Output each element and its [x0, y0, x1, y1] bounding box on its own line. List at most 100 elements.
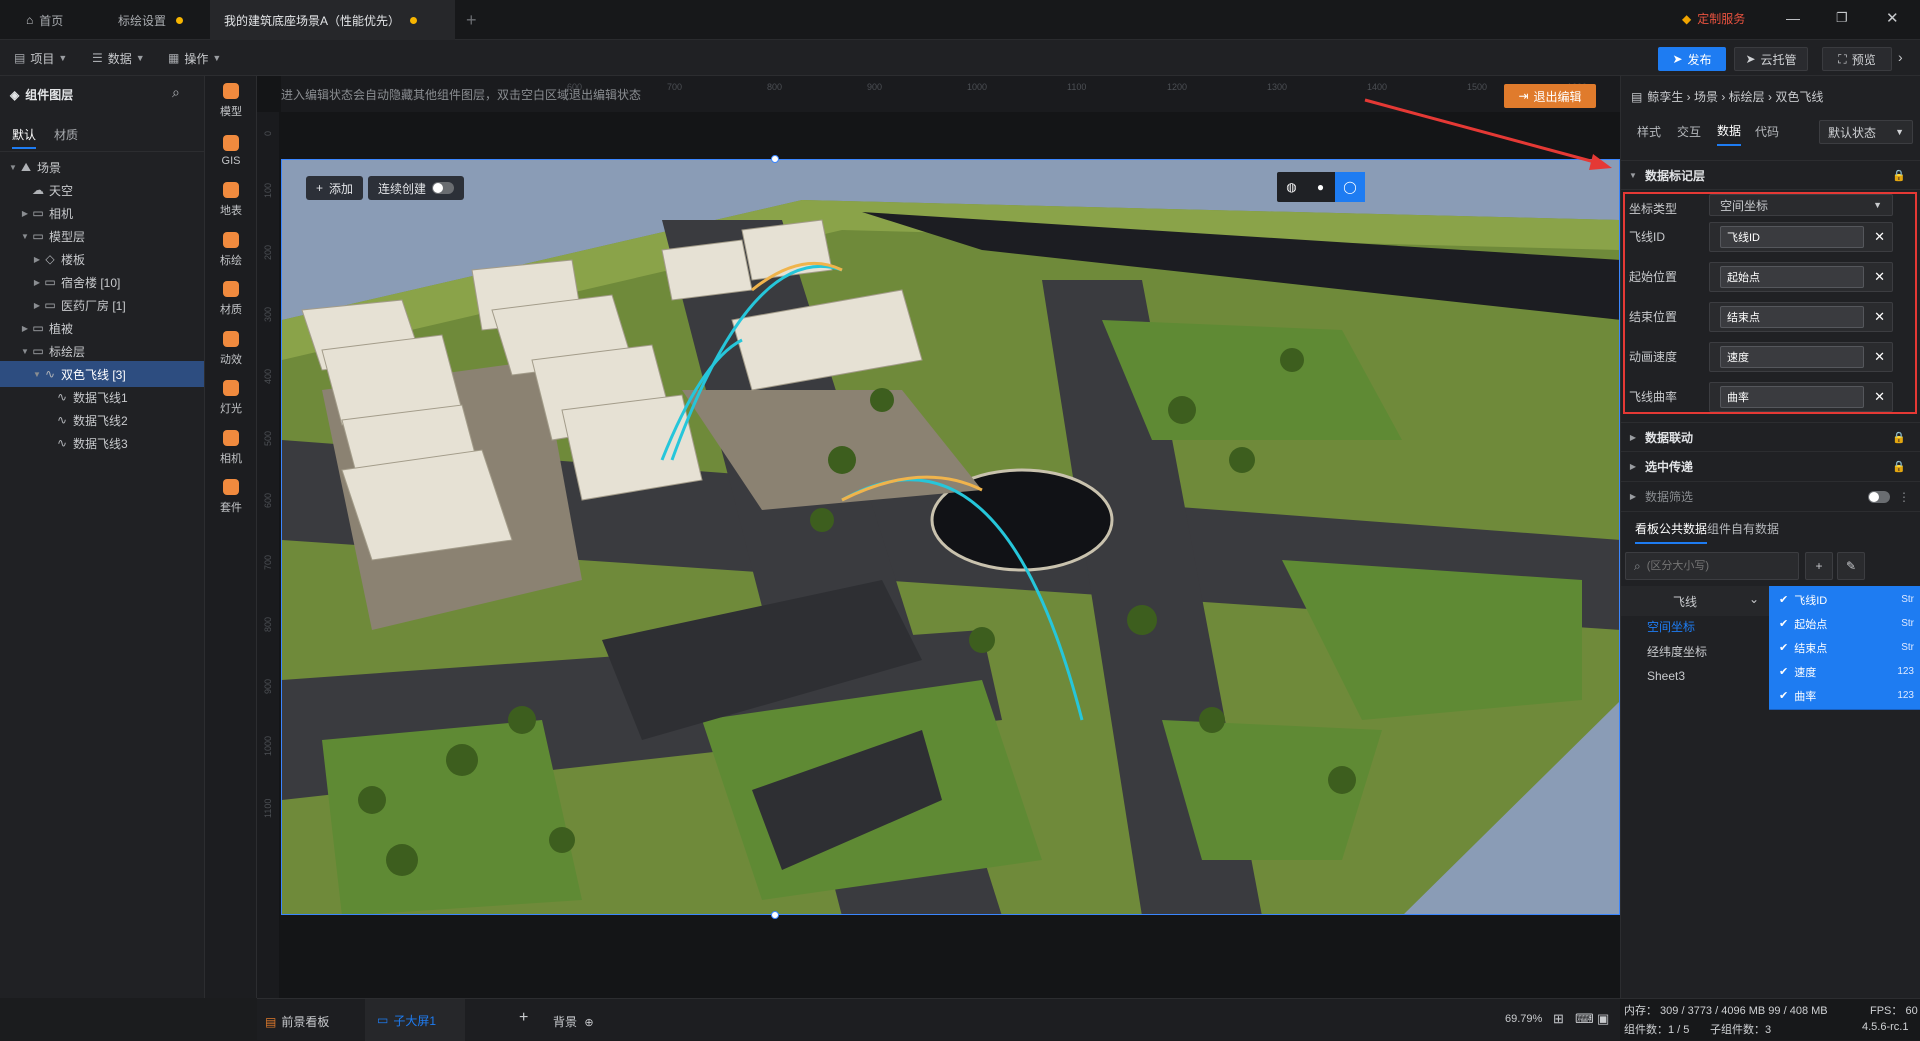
rail-light[interactable]: 灯光: [205, 373, 257, 423]
keyboard-icon[interactable]: ⌨: [1575, 1011, 1594, 1027]
layer-item[interactable]: ∿ 数据飞线3: [0, 430, 204, 456]
preview-button[interactable]: ⛶ 预览: [1822, 47, 1892, 71]
more-vertical-icon[interactable]: ⋮: [1898, 490, 1910, 504]
close-icon[interactable]: ✕: [1874, 349, 1885, 365]
ruler-tick-label: 0: [263, 131, 273, 136]
rail-material[interactable]: 材质: [205, 274, 257, 324]
tab-style[interactable]: 样式: [1637, 116, 1661, 146]
coord-type-select[interactable]: 空间坐标 ▼: [1709, 194, 1893, 216]
filter-toggle[interactable]: [1868, 490, 1890, 503]
edit-icon[interactable]: ✎: [1837, 552, 1865, 580]
rail-label: 相机: [220, 452, 242, 465]
add-dataset-button[interactable]: +: [1805, 552, 1833, 580]
close-icon[interactable]: ✕: [1874, 229, 1885, 245]
lock-icon[interactable]: 🔒: [1892, 460, 1906, 473]
field-drop-target[interactable]: 结束点 ✕: [1709, 302, 1893, 332]
field-chip[interactable]: 起始点 ✕: [1720, 266, 1885, 288]
rail-terrain[interactable]: 地表: [205, 175, 257, 225]
folder-icon: ▭: [44, 298, 56, 312]
section-transfer[interactable]: ▶ 选中传递 🔒: [1621, 452, 1920, 482]
add-button[interactable]: + 添加: [306, 176, 364, 200]
data-menu[interactable]: ☰ 数据 ▼: [92, 46, 145, 70]
field-chip[interactable]: 结束点 ✕: [1720, 306, 1885, 328]
layer-tab-material[interactable]: 材质: [54, 126, 78, 143]
tab-interaction[interactable]: 交互: [1677, 116, 1701, 146]
field-drop-target[interactable]: 起始点 ✕: [1709, 262, 1893, 292]
caret-down-icon[interactable]: ▼: [8, 163, 18, 172]
caret-right-icon[interactable]: ▶: [20, 209, 30, 218]
background-tab[interactable]: 背景 ⊕: [553, 1013, 594, 1030]
field-drop-target[interactable]: 飞线ID ✕: [1709, 222, 1893, 252]
scene-viewport[interactable]: + 添加 连续创建 ◍ ● ◯: [281, 159, 1620, 915]
caret-down-icon[interactable]: ▼: [32, 370, 42, 379]
state-select[interactable]: 默认状态 ▼: [1819, 120, 1913, 144]
minimize-icon[interactable]: —: [1786, 10, 1800, 26]
rail-kit[interactable]: 套件: [205, 472, 257, 522]
publish-button[interactable]: ➤ 发布: [1658, 47, 1726, 71]
project-menu[interactable]: ▤ 项目 ▼: [14, 46, 67, 70]
resize-handle[interactable]: [771, 155, 779, 163]
caret-right-icon[interactable]: ▶: [32, 301, 42, 310]
lock-icon[interactable]: 🔒: [1892, 169, 1906, 182]
orbit-icon[interactable]: ◯: [1335, 172, 1365, 202]
terminal-icon[interactable]: ▣: [1597, 1011, 1609, 1027]
restore-icon[interactable]: ❐: [1836, 10, 1848, 26]
rail-camera[interactable]: 相机: [205, 423, 257, 473]
dataset-label: Sheet3: [1647, 669, 1686, 683]
field-chip[interactable]: 曲率 ✕: [1720, 386, 1885, 408]
source-tab-public[interactable]: 看板公共数据: [1635, 520, 1708, 544]
tab-marker-settings[interactable]: 标绘设置: [104, 0, 197, 40]
caret-down-icon[interactable]: ▼: [20, 347, 30, 356]
tab-data[interactable]: 数据: [1717, 116, 1742, 146]
caret-right-icon[interactable]: ▶: [20, 324, 30, 333]
kit-icon: [223, 479, 239, 495]
field-drop-target[interactable]: 曲率 ✕: [1709, 382, 1893, 412]
close-icon[interactable]: ✕: [1874, 389, 1885, 405]
search-input[interactable]: [1646, 560, 1777, 572]
close-icon[interactable]: ✕: [1874, 309, 1885, 325]
field-chip[interactable]: 飞线ID ✕: [1720, 226, 1885, 248]
sphere-icon[interactable]: ●: [1306, 172, 1335, 202]
rail-gis[interactable]: GIS: [205, 126, 257, 176]
resize-handle[interactable]: [771, 911, 779, 919]
component-count: 组件数：1 / 5: [1624, 1024, 1690, 1036]
more-icon[interactable]: ›: [1898, 49, 1903, 65]
fit-icon[interactable]: ⊞: [1553, 1011, 1564, 1027]
add-label: 添加: [329, 181, 354, 196]
section-filter[interactable]: ▶ 数据筛选 ⋮: [1621, 482, 1920, 512]
draggable-field[interactable]: ✔ 曲率 123: [1769, 682, 1920, 710]
lock-icon[interactable]: 🔒: [1892, 431, 1906, 444]
caret-right-icon[interactable]: ▶: [32, 255, 42, 264]
rail-model[interactable]: 模型: [205, 76, 257, 126]
layer-panel-header: ◈ 组件图层: [10, 86, 73, 103]
continuous-create-toggle[interactable]: 连续创建: [368, 176, 465, 200]
foreground-tab[interactable]: ▤ 前景看板: [265, 1013, 329, 1030]
globe-icon[interactable]: ◍: [1277, 172, 1306, 202]
field-chip[interactable]: 速度 ✕: [1720, 346, 1885, 368]
field-name: 飞线ID: [1794, 594, 1828, 607]
cloud-host-button[interactable]: ➤ 云托管: [1734, 47, 1808, 71]
custom-service-button[interactable]: ◆ 定制服务: [1682, 10, 1745, 27]
rail-effect[interactable]: 动效: [205, 324, 257, 374]
section-linkage[interactable]: ▶ 数据联动 🔒: [1621, 422, 1920, 452]
source-tab-own[interactable]: 组件自有数据: [1707, 520, 1779, 537]
search-icon[interactable]: ⌕: [172, 84, 180, 101]
field-drop-target[interactable]: 速度 ✕: [1709, 342, 1893, 372]
operate-menu[interactable]: ▦ 操作 ▼: [168, 46, 221, 70]
tab-home[interactable]: ⌂ 首页: [12, 0, 77, 40]
layer-tab-default[interactable]: 默认: [12, 126, 37, 149]
section-data-marker[interactable]: ▼ 数据标记层 🔒: [1621, 160, 1920, 190]
dataset-search[interactable]: ⌕: [1625, 552, 1799, 580]
new-tab-icon[interactable]: +: [466, 10, 477, 31]
dataset-item[interactable]: Sheet3: [1621, 661, 1769, 691]
tab-code[interactable]: 代码: [1755, 116, 1779, 146]
caret-right-icon[interactable]: ▶: [32, 278, 42, 287]
close-icon[interactable]: ✕: [1874, 269, 1885, 285]
caret-down-icon[interactable]: ▼: [20, 232, 30, 241]
sub-screen-tab[interactable]: ▭ 子大屏1: [365, 999, 465, 1041]
add-screen-icon[interactable]: +: [519, 1009, 528, 1027]
close-icon[interactable]: ✕: [1886, 9, 1899, 27]
toggle-switch[interactable]: [432, 182, 455, 194]
tab-scene[interactable]: 我的建筑底座场景A（性能优先）: [210, 0, 455, 40]
rail-marker[interactable]: 标绘: [205, 225, 257, 275]
